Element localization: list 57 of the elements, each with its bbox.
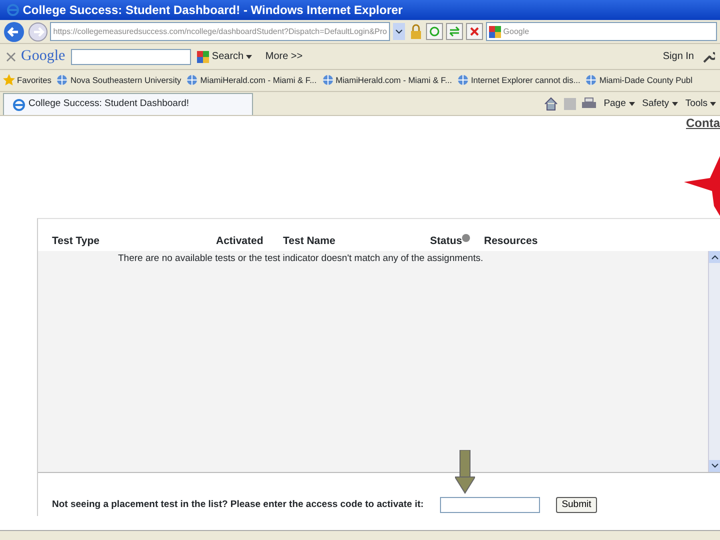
favorite-link[interactable]: Internet Explorer cannot dis... [456,73,582,88]
address-field[interactable]: https://collegemeasuredsuccess.com/ncollege/dashboardStudent?Dispatch=DefaultLogin&Pro [50,22,390,41]
globe-icon [456,74,469,86]
google-icon [488,26,501,38]
contact-link[interactable]: Conta [686,114,720,132]
scroll-up-icon[interactable] [709,251,720,263]
close-icon[interactable] [6,52,16,62]
browser-tab[interactable]: College Success: Student Dashboard! [2,93,253,115]
back-icon[interactable] [2,20,25,42]
globe-icon [322,74,334,86]
submit-button[interactable]: Submit [556,497,598,514]
scroll-down-icon[interactable] [709,460,720,472]
caret-icon [246,54,252,58]
stop-icon[interactable] [466,23,483,40]
wrench-icon[interactable] [700,50,714,64]
forward-icon[interactable] [28,22,48,42]
globe-icon [585,74,598,86]
column-header: Test Name [283,233,430,251]
browser-logo-icon [12,98,26,112]
arrows-icon[interactable] [446,23,464,40]
empty-message: There are no available tests or the test indicator doesn't match any of the assignments. [117,252,484,266]
command-button[interactable]: Safety [641,96,679,112]
globe-icon [186,74,198,86]
favorite-link[interactable]: MiamiHerald.com - Miami & F... [185,73,318,88]
dropdown-icon[interactable] [392,23,405,40]
browser-logo-icon [6,3,20,17]
caret-icon [672,102,678,106]
star-icon [3,74,15,86]
access-code-field[interactable] [440,497,540,514]
search-field[interactable]: Google [486,22,718,41]
more-button[interactable]: More >> [264,48,304,65]
sign-in-button[interactable]: Sign In [662,48,695,65]
command-button[interactable]: Page [602,96,636,112]
access-code-prompt: Not seeing a placement test in the list? Please enter the access code to activate it: [52,498,424,512]
command-button[interactable]: Tools [684,96,718,112]
caret-icon [628,102,635,106]
column-header: Activated [216,233,283,251]
google-icon [197,50,210,62]
favorite-link[interactable]: MiamiHerald.com - Miami & F... [320,73,453,88]
star-drawing [684,156,720,216]
down-arrow-drawing [455,450,475,494]
refresh-icon[interactable] [426,23,444,40]
globe-icon [56,74,68,86]
window-title: College Success: Student Dashboard! - Windows Internet Explorer [22,2,403,19]
column-header: Resources [484,234,539,250]
scrollbar[interactable] [708,251,720,472]
favorite-link[interactable]: Nova Southeastern University [55,73,182,88]
toolbar-search-field[interactable] [70,48,191,64]
home-icon[interactable] [544,97,558,112]
google-logo: Google [21,47,66,66]
favorites-button[interactable]: Favorites [2,73,52,88]
column-header: Test Type [52,233,216,251]
help-icon [462,234,470,242]
favorite-link[interactable]: Miami-Dade County Publ [584,73,694,88]
search-button[interactable]: Search [196,48,254,65]
column-header: Status [430,235,462,248]
caret-icon [710,102,716,106]
